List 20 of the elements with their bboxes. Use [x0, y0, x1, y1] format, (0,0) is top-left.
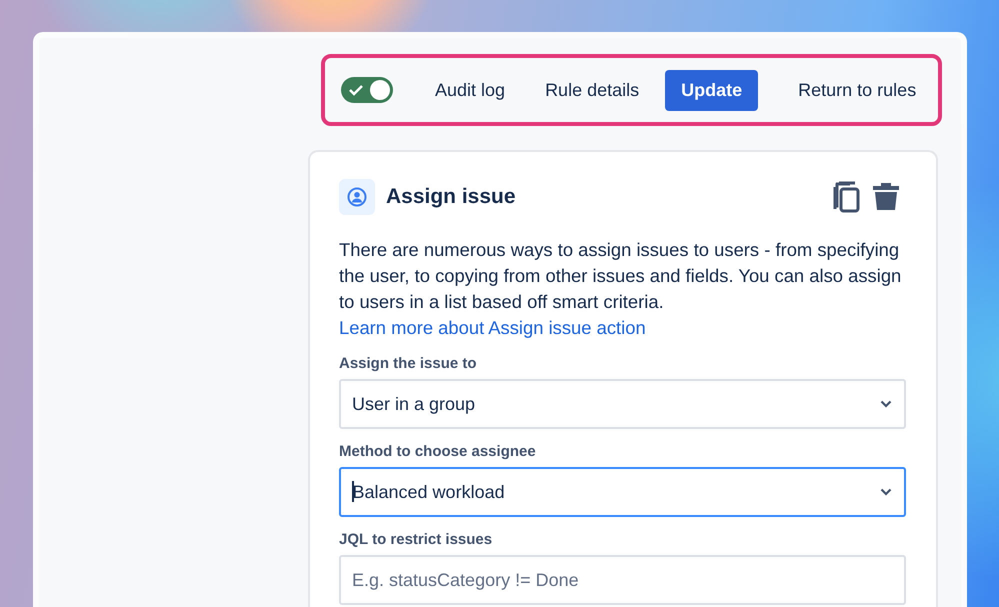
toolbar-link[interactable]: Audit log: [421, 72, 520, 108]
trash-icon[interactable]: [872, 181, 900, 211]
input-field[interactable]: E.g. statusCategory != Done: [339, 555, 906, 605]
field-label: JQL to restrict issues: [339, 531, 494, 548]
enable-toggle[interactable]: [341, 77, 393, 103]
card-title: Assign issue: [386, 185, 517, 209]
field-label: Method to choose assignee: [339, 443, 537, 460]
learn-more-link[interactable]: Learn more about Assign issue action: [339, 317, 646, 338]
field-label: Assign the issue to: [339, 355, 478, 372]
select-field[interactable]: Balanced workload: [339, 467, 906, 517]
user-avatar-icon: [339, 179, 375, 215]
select-field[interactable]: User in a group: [339, 379, 906, 429]
chevron-down-icon: [880, 488, 892, 496]
toolbar-link[interactable]: Rule details: [531, 72, 654, 108]
chevron-down-icon: [880, 400, 892, 408]
description-text: There are numerous ways to assign issues to users - from specifying the user, to copying from other issues and fields. You can also assign to users in a list based off smart criteria. Learn more about Assign issue action: [339, 238, 902, 340]
update-button[interactable]: Update: [665, 70, 758, 110]
check-icon: [349, 84, 363, 96]
copy-icon[interactable]: [832, 181, 860, 213]
toolbar-link[interactable]: Return to rules: [784, 72, 930, 108]
